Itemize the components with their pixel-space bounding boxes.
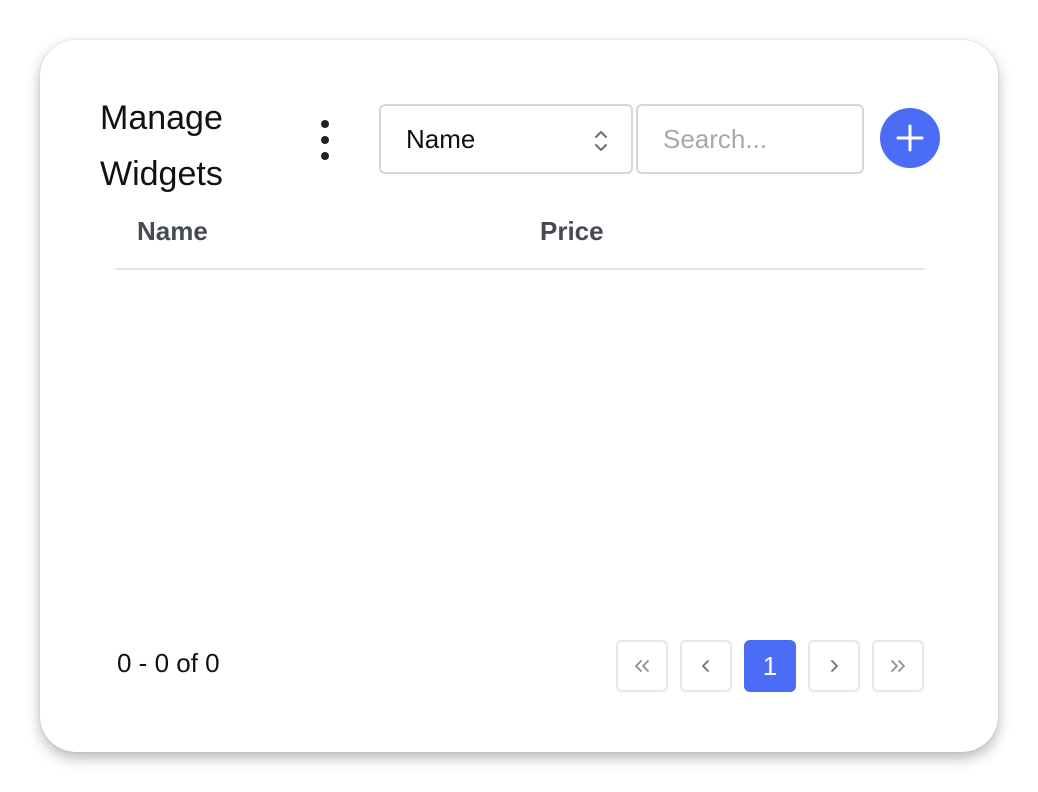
next-page-button[interactable] [808, 640, 860, 692]
kebab-dot [321, 152, 329, 160]
column-header-name[interactable]: Name [137, 216, 208, 247]
plus-icon [896, 124, 924, 152]
chevron-up-down-icon [595, 131, 607, 151]
last-page-button[interactable] [872, 640, 924, 692]
more-vertical-icon[interactable] [316, 120, 334, 160]
chevrons-right-icon [891, 660, 905, 672]
column-header-price[interactable]: Price [540, 216, 604, 247]
chevron-right-icon [831, 660, 838, 672]
page-button-current[interactable]: 1 [744, 640, 796, 692]
page-title: Manage Widgets [100, 99, 223, 193]
sort-select-value: Name [406, 123, 476, 154]
table-header: Name Price [116, 212, 924, 270]
chevron-left-icon [702, 660, 709, 672]
sort-select[interactable]: Name [379, 104, 633, 174]
widgets-card: Manage Widgets Name Name Price 0 - 0 of … [40, 40, 998, 752]
kebab-dot [321, 120, 329, 128]
search-input[interactable] [636, 104, 864, 174]
add-widget-button[interactable] [880, 108, 940, 168]
previous-page-button[interactable] [680, 640, 732, 692]
pagination-range: 0 - 0 of 0 [117, 648, 220, 678]
kebab-dot [321, 136, 329, 144]
first-page-button[interactable] [616, 640, 668, 692]
chevrons-left-icon [635, 660, 649, 672]
